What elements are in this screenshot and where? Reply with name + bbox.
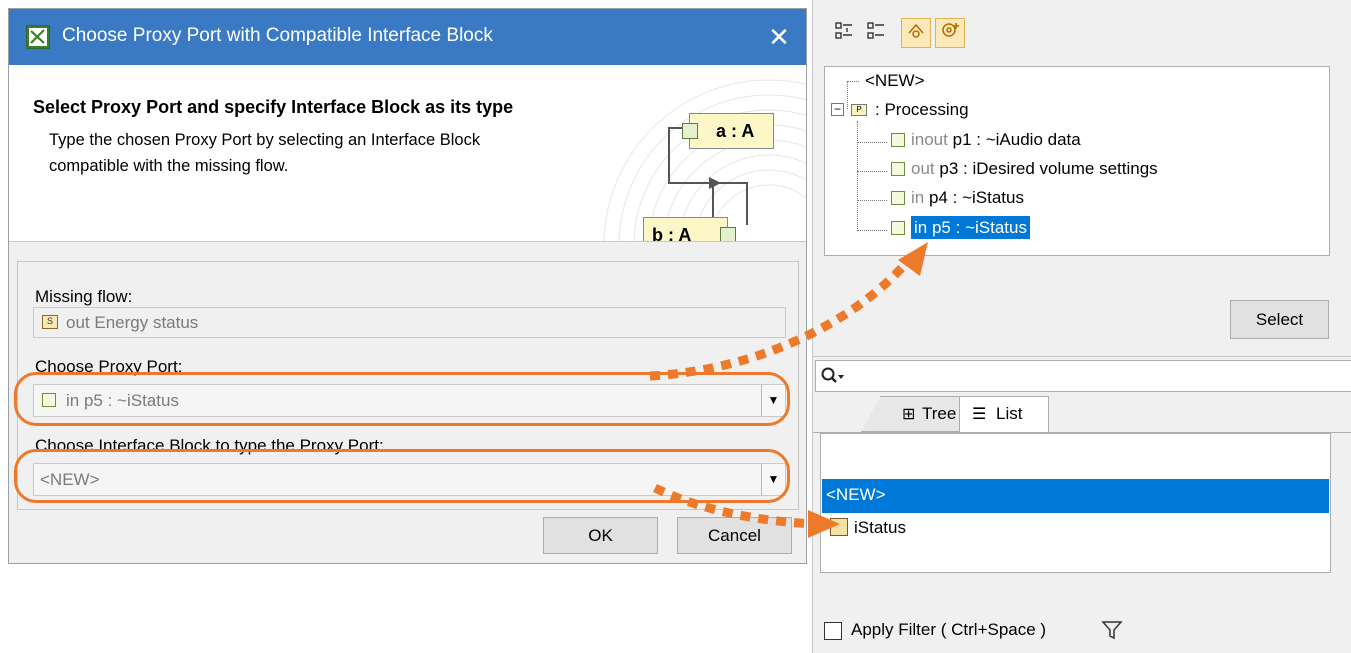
- filter-icon[interactable]: [1101, 619, 1123, 641]
- part-icon: P: [851, 104, 867, 116]
- dialog-title-bar[interactable]: Choose Proxy Port with Compatible Interf…: [9, 9, 806, 65]
- cancel-button[interactable]: Cancel: [677, 517, 792, 554]
- dialog-header-description: Type the chosen Proxy Port by selecting …: [49, 131, 481, 175]
- part-a-block: a : A: [682, 113, 774, 149]
- tree-line: [857, 200, 887, 201]
- ok-button[interactable]: OK: [543, 517, 658, 554]
- proxy-port-icon: [891, 221, 905, 235]
- tree-item-p4[interactable]: in p4 : ~iStatus: [891, 188, 1024, 208]
- highlight-interface-block: [14, 449, 790, 503]
- close-icon[interactable]: ✕: [759, 17, 799, 57]
- dialog-header-title: Select Proxy Port and specify Interface …: [33, 97, 514, 117]
- divider: [813, 356, 1351, 357]
- tree-line: [857, 142, 887, 143]
- collapse-all-icon[interactable]: [861, 20, 891, 50]
- show-auxiliary-icon[interactable]: [935, 18, 965, 48]
- part-b-label: b : A: [652, 225, 692, 242]
- element-tree[interactable]: <NEW> − P : Processing inout p1 : ~iAudi…: [824, 66, 1330, 256]
- tree-view-icon: ⊞: [902, 406, 916, 423]
- result-list[interactable]: <NEW> iStatus: [820, 433, 1331, 573]
- tree-item-p5[interactable]: in p5 : ~iStatus: [891, 216, 1030, 239]
- tree-line: [847, 81, 859, 82]
- app-icon: [26, 25, 50, 49]
- list-item-istatus[interactable]: iStatus: [822, 513, 1329, 543]
- proxy-port-icon: [891, 133, 905, 147]
- show-inherited-icon[interactable]: [901, 18, 931, 48]
- search-input[interactable]: [815, 360, 1351, 392]
- collapse-toggle-icon[interactable]: −: [831, 103, 844, 116]
- tree-item-new[interactable]: <NEW>: [865, 71, 925, 91]
- tree-line: [857, 121, 858, 231]
- missing-flow-label: Missing flow:: [35, 287, 133, 306]
- apply-filter-label: Apply Filter ( Ctrl+Space ): [851, 620, 1047, 639]
- proxy-port-icon: [891, 191, 905, 205]
- highlight-proxy-port: [14, 372, 790, 426]
- proxy-port-icon: [891, 162, 905, 176]
- tree-item-p1[interactable]: inout p1 : ~iAudio data: [891, 130, 1081, 150]
- tree-item-p3[interactable]: out p3 : iDesired volume settings: [891, 159, 1158, 179]
- port-diagram: a : A b : A: [629, 95, 779, 241]
- tree-line: [857, 171, 887, 172]
- tree-line: [857, 230, 887, 231]
- part-a-label: a : A: [716, 121, 755, 141]
- tab-tree[interactable]: ⊞ Tree: [861, 396, 969, 432]
- part-b-block: b : A: [643, 217, 736, 242]
- missing-flow-value: out Energy status: [66, 313, 199, 332]
- dialog-title: Choose Proxy Port with Compatible Interf…: [62, 25, 493, 46]
- list-item-new[interactable]: <NEW>: [822, 479, 1329, 513]
- apply-filter-checkbox[interactable]: [824, 622, 842, 640]
- expand-all-icon[interactable]: [829, 20, 859, 50]
- select-button[interactable]: Select: [1230, 300, 1329, 339]
- element-selection-panel: <NEW> − P : Processing inout p1 : ~iAudi…: [812, 0, 1351, 653]
- search-text-field[interactable]: [848, 363, 1348, 389]
- tree-line: [847, 81, 848, 109]
- missing-flow-field: S out Energy status: [33, 307, 786, 338]
- tree-item-processing[interactable]: : Processing: [875, 100, 969, 120]
- selected-item-label: in p5 : ~iStatus: [911, 216, 1030, 239]
- list-view-icon: ☰: [972, 406, 987, 423]
- tab-list[interactable]: ☰ List: [959, 396, 1049, 432]
- interface-block-icon: [830, 518, 848, 536]
- search-icon: [821, 367, 844, 383]
- port-icon: [720, 227, 736, 241]
- dialog-header: Select Proxy Port and specify Interface …: [9, 65, 806, 242]
- signal-icon: S: [42, 315, 58, 329]
- port-icon: [682, 123, 698, 139]
